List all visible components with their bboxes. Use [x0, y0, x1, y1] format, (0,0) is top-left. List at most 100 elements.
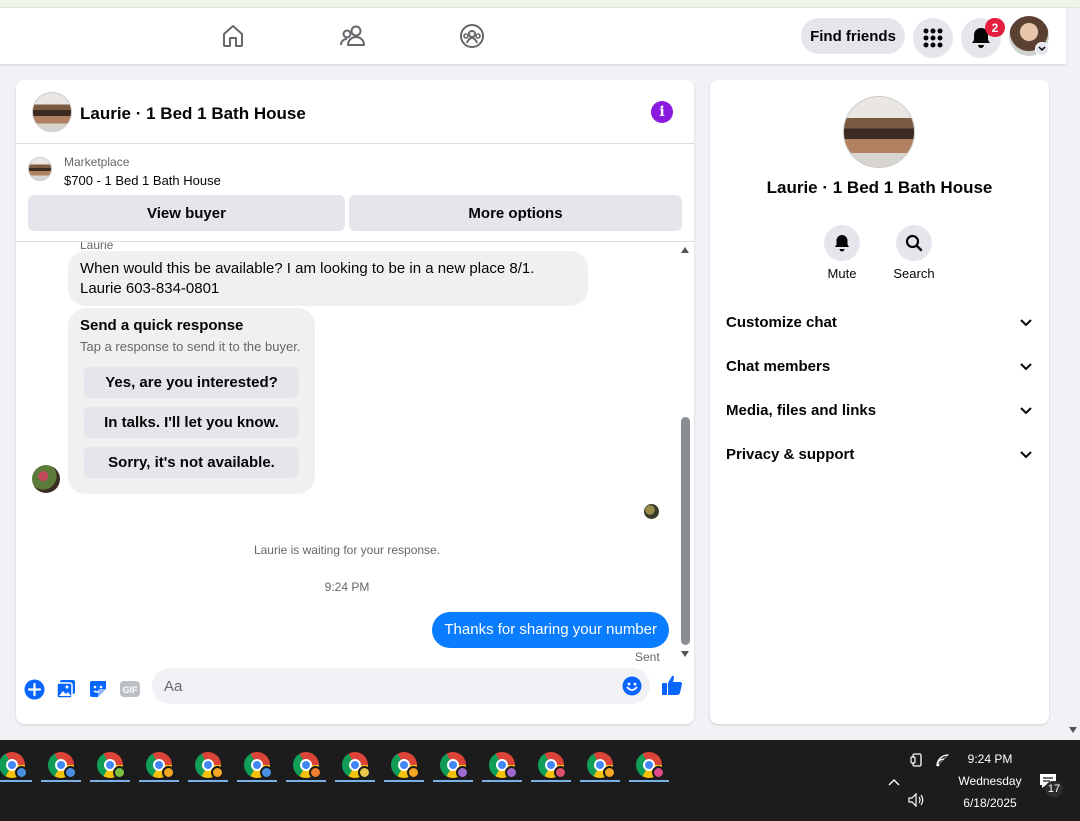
listing-thumbnail[interactable]: [32, 92, 72, 132]
quick-response-card: Send a quick response Tap a response to …: [68, 308, 315, 494]
info-icon[interactable]: i: [651, 101, 673, 123]
read-receipt-avatar: [644, 504, 659, 519]
windows-taskbar: 9:24 PM Wednesday 6/18/2025: [0, 740, 1080, 821]
photo-icon[interactable]: [54, 677, 78, 701]
message-composer: GIF: [16, 668, 694, 724]
chevron-down-icon: [1020, 406, 1032, 414]
taskbar-chrome-app[interactable]: [139, 745, 179, 785]
listing-price[interactable]: $700 - 1 Bed 1 Bath House: [64, 173, 221, 188]
mute-label: Mute: [827, 266, 857, 281]
marketplace-listing-bar: Marketplace $700 - 1 Bed 1 Bath House Vi…: [16, 144, 694, 242]
profile-badge-icon: [64, 766, 77, 779]
profile-badge-icon: [456, 766, 469, 779]
mute-button[interactable]: [824, 225, 860, 261]
groups-icon[interactable]: [458, 22, 486, 50]
running-indicator: [482, 780, 522, 782]
quick-response-option[interactable]: Yes, are you interested?: [84, 367, 299, 398]
taskbar-chrome-app[interactable]: [580, 745, 620, 785]
taskbar-day[interactable]: Wednesday: [950, 774, 1030, 788]
profile-badge-icon: [505, 766, 518, 779]
volume-icon[interactable]: [908, 792, 926, 812]
chat-title[interactable]: Laurie · 1 Bed 1 Bath House: [80, 104, 306, 124]
chevron-down-icon: [1020, 362, 1032, 370]
wifi-icon[interactable]: [935, 753, 951, 772]
taskbar-chrome-app[interactable]: [433, 745, 473, 785]
profile-badge-icon: [162, 766, 175, 779]
thumbs-up-icon[interactable]: [660, 673, 684, 697]
view-buyer-button[interactable]: View buyer: [28, 195, 345, 231]
profile-badge-icon: [358, 766, 371, 779]
notification-center-badge: 17: [1045, 781, 1063, 797]
notification-count-badge: 2: [985, 18, 1005, 37]
running-indicator: [139, 780, 179, 782]
search-label: Search: [893, 266, 935, 281]
running-indicator: [188, 780, 228, 782]
search-button[interactable]: [896, 225, 932, 261]
taskbar-chrome-app[interactable]: [384, 745, 424, 785]
privacy-support-row[interactable]: Privacy & support: [726, 442, 1033, 466]
gif-icon[interactable]: GIF: [118, 677, 142, 701]
taskbar-chrome-app[interactable]: [188, 745, 228, 785]
profile-badge-icon: [211, 766, 224, 779]
more-options-button[interactable]: More options: [349, 195, 682, 231]
taskbar-chrome-app[interactable]: [482, 745, 522, 785]
chat-members-row[interactable]: Chat members: [726, 354, 1033, 378]
page-scroll-down-arrow[interactable]: [1069, 727, 1077, 733]
section-label: Privacy & support: [726, 445, 855, 463]
chevron-down-icon: [1020, 450, 1032, 458]
listing-small-thumbnail: [28, 157, 52, 181]
message-input[interactable]: [152, 668, 650, 704]
taskbar-chrome-app[interactable]: [90, 745, 130, 785]
profile-badge-icon: [15, 766, 28, 779]
add-icon[interactable]: [22, 677, 46, 701]
emoji-icon[interactable]: [620, 674, 644, 698]
taskbar-chrome-app[interactable]: [335, 745, 375, 785]
taskbar-chrome-app[interactable]: [629, 745, 669, 785]
running-indicator: [580, 780, 620, 782]
profile-badge-icon: [260, 766, 273, 779]
profile-badge-icon: [554, 766, 567, 779]
apps-grid-icon[interactable]: [913, 18, 953, 58]
running-indicator: [384, 780, 424, 782]
listing-photo[interactable]: [843, 96, 915, 168]
home-icon[interactable]: [219, 22, 247, 50]
taskbar-time[interactable]: 9:24 PM: [950, 752, 1030, 766]
running-indicator: [286, 780, 326, 782]
friends-icon[interactable]: [339, 22, 367, 50]
customize-chat-row[interactable]: Customize chat: [726, 310, 1033, 334]
running-indicator: [629, 780, 669, 782]
waiting-status-text: Laurie is waiting for your response.: [253, 543, 441, 557]
thread-scrollbar[interactable]: [678, 242, 692, 662]
running-indicator: [237, 780, 277, 782]
chevron-up-icon[interactable]: [887, 774, 901, 792]
taskbar-chrome-app[interactable]: [237, 745, 277, 785]
section-label: Chat members: [726, 357, 831, 375]
outgoing-message-bubble[interactable]: Thanks for sharing your number: [432, 612, 669, 648]
taskbar-date[interactable]: 6/18/2025: [950, 796, 1030, 810]
running-indicator: [0, 780, 32, 782]
taskbar-chrome-app[interactable]: [531, 745, 571, 785]
media-files-links-row[interactable]: Media, files and links: [726, 398, 1033, 422]
message-timestamp: 9:24 PM: [324, 580, 370, 594]
chat-details-panel: Laurie · 1 Bed 1 Bath House Mute Search …: [710, 80, 1049, 724]
profile-badge-icon: [652, 766, 665, 779]
incoming-message-bubble[interactable]: When would this be available? I am looki…: [68, 251, 588, 306]
device-icon[interactable]: [910, 753, 924, 772]
scroll-down-arrow[interactable]: [681, 651, 689, 657]
marketplace-label: Marketplace: [64, 155, 130, 169]
incoming-message-line: Laurie 603-834-0801: [80, 280, 220, 297]
scroll-thumb[interactable]: [681, 417, 690, 645]
taskbar-chrome-app[interactable]: [0, 745, 32, 785]
find-friends-button[interactable]: Find friends: [801, 18, 905, 54]
sender-avatar[interactable]: [32, 465, 60, 493]
quick-response-option[interactable]: In talks. I'll let you know.: [84, 407, 299, 438]
running-indicator: [531, 780, 571, 782]
taskbar-chrome-app[interactable]: [41, 745, 81, 785]
scroll-up-arrow[interactable]: [681, 247, 689, 253]
quick-response-option[interactable]: Sorry, it's not available.: [84, 447, 299, 478]
running-indicator: [335, 780, 375, 782]
taskbar-chrome-app[interactable]: [286, 745, 326, 785]
chevron-down-icon[interactable]: [1035, 42, 1049, 56]
running-indicator: [90, 780, 130, 782]
sticker-icon[interactable]: [86, 677, 110, 701]
